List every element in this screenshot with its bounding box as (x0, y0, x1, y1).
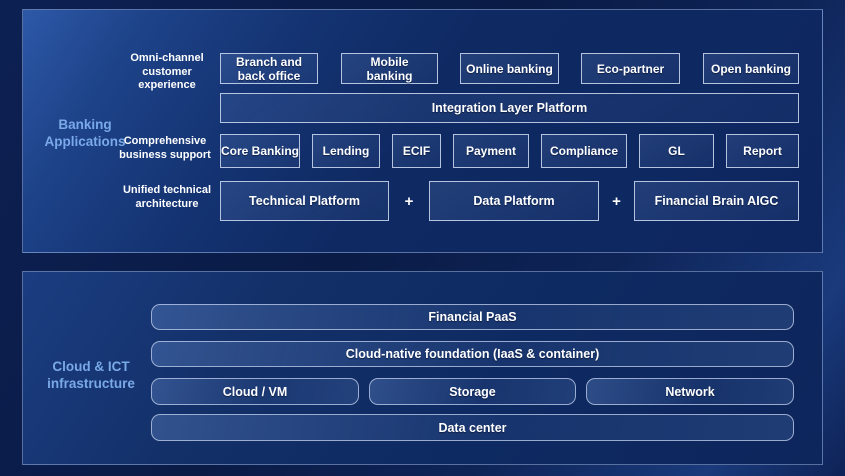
box-network: Network (586, 378, 794, 405)
box-ecif: ECIF (392, 134, 441, 168)
box-payment: Payment (453, 134, 529, 168)
banking-applications-panel: Banking Applications Omni-channel custom… (22, 9, 823, 253)
row-label-omni-channel: Omni-channel customer experience (119, 52, 215, 93)
box-open-banking: Open banking (703, 53, 799, 84)
row-label-business-support: Comprehensive business support (113, 135, 217, 162)
box-financial-paas: Financial PaaS (151, 304, 794, 330)
box-branch-and-back-office: Branch and back office (220, 53, 318, 84)
box-core-banking: Core Banking (220, 134, 300, 168)
integration-layer-platform-bar: Integration Layer Platform (220, 93, 799, 123)
row-label-unified-architecture: Unified technical architecture (117, 184, 217, 211)
cloud-ict-infrastructure-panel: Cloud & ICT infrastructure Financial Paa… (22, 271, 823, 465)
box-financial-brain-aigc: Financial Brain AIGC (634, 181, 799, 221)
box-lending: Lending (312, 134, 380, 168)
box-compliance: Compliance (541, 134, 627, 168)
box-eco-partner: Eco-partner (581, 53, 680, 84)
box-data-center: Data center (151, 414, 794, 441)
box-storage: Storage (369, 378, 576, 405)
box-online-banking: Online banking (460, 53, 559, 84)
box-data-platform: Data Platform (429, 181, 599, 221)
box-report: Report (726, 134, 799, 168)
box-technical-platform: Technical Platform (220, 181, 389, 221)
plus-separator-icon: + (389, 181, 429, 221)
box-cloud-native-foundation: Cloud-native foundation (IaaS & containe… (151, 341, 794, 367)
cloud-ict-section-label: Cloud & ICT infrastructure (29, 359, 153, 392)
plus-separator-icon: + (599, 181, 634, 221)
box-mobile-banking: Mobile banking (341, 53, 438, 84)
box-cloud-vm: Cloud / VM (151, 378, 359, 405)
box-gl: GL (639, 134, 714, 168)
